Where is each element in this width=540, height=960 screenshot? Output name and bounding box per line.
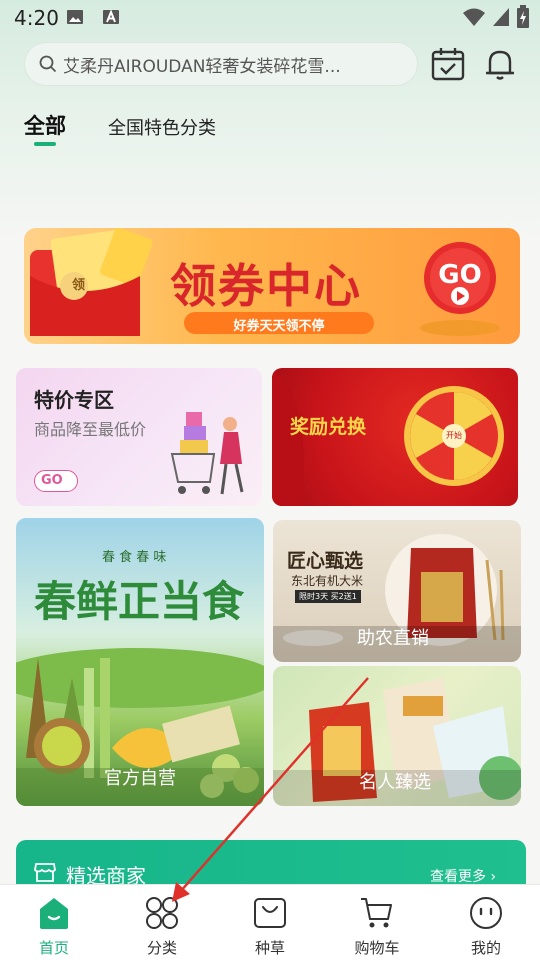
status-bar: 4:20	[0, 0, 540, 36]
header-background	[0, 0, 540, 240]
bag-icon	[254, 898, 286, 928]
special-price-card[interactable]: 特价专区 商品降至最低价 GO	[16, 368, 262, 506]
app-notification-icon	[103, 9, 119, 24]
wheel-center-label: 开始	[446, 431, 462, 440]
tab-cart[interactable]: 购物车	[337, 891, 417, 957]
farm-line2: 东北有机大米	[291, 574, 364, 588]
bell-icon[interactable]	[482, 46, 518, 82]
farm-line1: 匠心甄选	[287, 550, 364, 572]
profile-icon	[470, 897, 502, 929]
spring-kicker: 春 食 春 味	[102, 550, 167, 565]
official-self-operated-label: 官方自营	[104, 768, 176, 789]
coupon-center-banner[interactable]: 领 领券中心 好券天天领不停 GO	[24, 228, 520, 344]
battery-icon	[517, 5, 529, 28]
spring-fresh-card[interactable]: 春 食 春 味 春鲜正当食 官方自营	[16, 518, 264, 806]
tab-category[interactable]: 分类	[122, 891, 202, 957]
tab-all[interactable]: 全部	[24, 110, 66, 140]
shopping-girl-illustration	[170, 412, 244, 495]
wifi-icon	[463, 8, 485, 26]
tab-seed[interactable]: 种草	[230, 891, 310, 957]
bottom-tab-bar: 首页 分类 种草 购物车 我的	[0, 884, 540, 960]
tab-home-label: 首页	[38, 939, 69, 957]
featured-merchants-header: 精选商家 查看更多 ›	[16, 840, 526, 888]
reward-exchange-title: 奖励兑换	[290, 416, 367, 438]
farm-direct-card[interactable]: 匠心甄选 东北有机大米 限时3天 买2送1 助农直销	[273, 520, 521, 662]
banner-subtitle: 好券天天领不停	[233, 319, 325, 334]
celebrity-pick-label: 名人臻选	[359, 772, 431, 793]
search-placeholder: 艾柔丹AIROUDAN轻奢女装碎花雪...	[63, 56, 341, 77]
special-price-title: 特价专区	[34, 388, 114, 412]
tab-active-indicator	[34, 142, 56, 146]
tab-seed-label: 种草	[254, 939, 285, 957]
cart-icon	[361, 898, 392, 928]
store-icon	[34, 863, 56, 882]
signal-icon	[493, 8, 509, 26]
tab-national-specialty[interactable]: 全国特色分类	[108, 114, 216, 140]
search-icon	[39, 55, 57, 73]
home-icon	[40, 898, 68, 929]
reward-exchange-card[interactable]: 奖励兑换 开始	[272, 368, 518, 506]
tab-profile[interactable]: 我的	[446, 891, 526, 957]
special-price-go-button[interactable]: GO	[34, 470, 78, 492]
celebrity-pick-card[interactable]: 名人臻选	[273, 666, 521, 806]
tab-profile-label: 我的	[470, 939, 501, 957]
farm-direct-label: 助农直销	[357, 628, 429, 649]
view-more-link[interactable]: 查看更多 ›	[430, 866, 496, 886]
farm-promo-tag: 限时3天 买2送1	[295, 590, 361, 603]
image-notification-icon	[67, 10, 83, 24]
category-icon	[146, 897, 178, 929]
tab-home[interactable]: 首页	[14, 891, 94, 957]
search-bar[interactable]: 艾柔丹AIROUDAN轻奢女装碎花雪...	[24, 42, 418, 86]
special-price-desc: 商品降至最低价	[34, 420, 147, 439]
banner-go-button[interactable]: GO	[434, 260, 486, 290]
tab-category-label: 分类	[146, 939, 177, 957]
calendar-checkin-icon[interactable]	[430, 46, 466, 82]
status-time: 4:20	[14, 6, 59, 30]
spring-headline: 春鲜正当食	[34, 577, 245, 626]
tab-cart-label: 购物车	[354, 939, 400, 957]
envelope-label: 领	[72, 278, 86, 293]
banner-title: 领券中心	[170, 259, 362, 313]
